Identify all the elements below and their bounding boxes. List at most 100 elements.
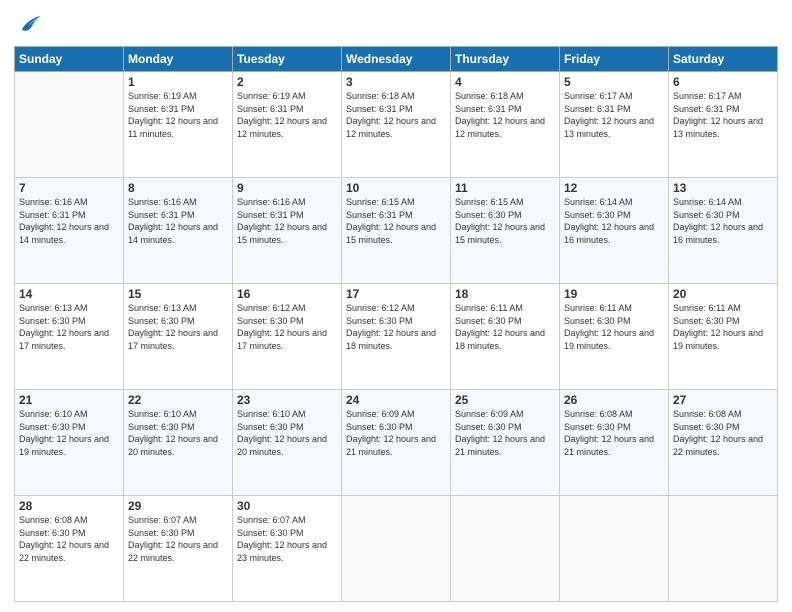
cell-info: Sunrise: 6:12 AMSunset: 6:30 PMDaylight:… [237, 302, 337, 352]
calendar-cell: 7Sunrise: 6:16 AMSunset: 6:31 PMDaylight… [15, 178, 124, 284]
calendar-cell: 23Sunrise: 6:10 AMSunset: 6:30 PMDayligh… [233, 390, 342, 496]
calendar-cell [669, 496, 778, 602]
cell-info: Sunrise: 6:17 AMSunset: 6:31 PMDaylight:… [673, 90, 773, 140]
column-header-friday: Friday [560, 47, 669, 72]
cell-info: Sunrise: 6:09 AMSunset: 6:30 PMDaylight:… [455, 408, 555, 458]
day-number: 15 [128, 287, 228, 301]
day-number: 2 [237, 75, 337, 89]
calendar-cell: 25Sunrise: 6:09 AMSunset: 6:30 PMDayligh… [451, 390, 560, 496]
day-number: 11 [455, 181, 555, 195]
logo-icon [14, 10, 42, 38]
cell-info: Sunrise: 6:19 AMSunset: 6:31 PMDaylight:… [128, 90, 228, 140]
logo [14, 10, 46, 38]
calendar-cell: 29Sunrise: 6:07 AMSunset: 6:30 PMDayligh… [124, 496, 233, 602]
calendar-cell [560, 496, 669, 602]
day-number: 3 [346, 75, 446, 89]
day-number: 8 [128, 181, 228, 195]
calendar-cell: 18Sunrise: 6:11 AMSunset: 6:30 PMDayligh… [451, 284, 560, 390]
cell-info: Sunrise: 6:08 AMSunset: 6:30 PMDaylight:… [673, 408, 773, 458]
calendar-cell: 13Sunrise: 6:14 AMSunset: 6:30 PMDayligh… [669, 178, 778, 284]
calendar-cell: 8Sunrise: 6:16 AMSunset: 6:31 PMDaylight… [124, 178, 233, 284]
calendar-cell: 6Sunrise: 6:17 AMSunset: 6:31 PMDaylight… [669, 72, 778, 178]
day-number: 9 [237, 181, 337, 195]
calendar-cell: 27Sunrise: 6:08 AMSunset: 6:30 PMDayligh… [669, 390, 778, 496]
column-header-saturday: Saturday [669, 47, 778, 72]
cell-info: Sunrise: 6:11 AMSunset: 6:30 PMDaylight:… [455, 302, 555, 352]
calendar-cell: 2Sunrise: 6:19 AMSunset: 6:31 PMDaylight… [233, 72, 342, 178]
column-header-monday: Monday [124, 47, 233, 72]
calendar-cell [451, 496, 560, 602]
calendar-week-row: 14Sunrise: 6:13 AMSunset: 6:30 PMDayligh… [15, 284, 778, 390]
cell-info: Sunrise: 6:16 AMSunset: 6:31 PMDaylight:… [237, 196, 337, 246]
calendar-cell: 1Sunrise: 6:19 AMSunset: 6:31 PMDaylight… [124, 72, 233, 178]
day-number: 7 [19, 181, 119, 195]
day-number: 13 [673, 181, 773, 195]
cell-info: Sunrise: 6:10 AMSunset: 6:30 PMDaylight:… [19, 408, 119, 458]
day-number: 30 [237, 499, 337, 513]
cell-info: Sunrise: 6:15 AMSunset: 6:30 PMDaylight:… [455, 196, 555, 246]
calendar-header-row: SundayMondayTuesdayWednesdayThursdayFrid… [15, 47, 778, 72]
calendar-cell [15, 72, 124, 178]
cell-info: Sunrise: 6:19 AMSunset: 6:31 PMDaylight:… [237, 90, 337, 140]
day-number: 28 [19, 499, 119, 513]
day-number: 5 [564, 75, 664, 89]
calendar-cell: 26Sunrise: 6:08 AMSunset: 6:30 PMDayligh… [560, 390, 669, 496]
day-number: 22 [128, 393, 228, 407]
column-header-wednesday: Wednesday [342, 47, 451, 72]
cell-info: Sunrise: 6:15 AMSunset: 6:31 PMDaylight:… [346, 196, 446, 246]
cell-info: Sunrise: 6:11 AMSunset: 6:30 PMDaylight:… [564, 302, 664, 352]
cell-info: Sunrise: 6:14 AMSunset: 6:30 PMDaylight:… [673, 196, 773, 246]
calendar-cell: 15Sunrise: 6:13 AMSunset: 6:30 PMDayligh… [124, 284, 233, 390]
day-number: 26 [564, 393, 664, 407]
calendar-cell: 12Sunrise: 6:14 AMSunset: 6:30 PMDayligh… [560, 178, 669, 284]
day-number: 27 [673, 393, 773, 407]
calendar-cell: 28Sunrise: 6:08 AMSunset: 6:30 PMDayligh… [15, 496, 124, 602]
cell-info: Sunrise: 6:16 AMSunset: 6:31 PMDaylight:… [128, 196, 228, 246]
calendar-cell: 5Sunrise: 6:17 AMSunset: 6:31 PMDaylight… [560, 72, 669, 178]
calendar-cell: 30Sunrise: 6:07 AMSunset: 6:30 PMDayligh… [233, 496, 342, 602]
cell-info: Sunrise: 6:12 AMSunset: 6:30 PMDaylight:… [346, 302, 446, 352]
cell-info: Sunrise: 6:09 AMSunset: 6:30 PMDaylight:… [346, 408, 446, 458]
cell-info: Sunrise: 6:16 AMSunset: 6:31 PMDaylight:… [19, 196, 119, 246]
calendar-cell: 14Sunrise: 6:13 AMSunset: 6:30 PMDayligh… [15, 284, 124, 390]
calendar-week-row: 28Sunrise: 6:08 AMSunset: 6:30 PMDayligh… [15, 496, 778, 602]
column-header-tuesday: Tuesday [233, 47, 342, 72]
cell-info: Sunrise: 6:08 AMSunset: 6:30 PMDaylight:… [19, 514, 119, 564]
calendar-cell: 24Sunrise: 6:09 AMSunset: 6:30 PMDayligh… [342, 390, 451, 496]
day-number: 18 [455, 287, 555, 301]
day-number: 23 [237, 393, 337, 407]
day-number: 25 [455, 393, 555, 407]
day-number: 17 [346, 287, 446, 301]
day-number: 24 [346, 393, 446, 407]
day-number: 21 [19, 393, 119, 407]
day-number: 29 [128, 499, 228, 513]
day-number: 20 [673, 287, 773, 301]
day-number: 16 [237, 287, 337, 301]
cell-info: Sunrise: 6:11 AMSunset: 6:30 PMDaylight:… [673, 302, 773, 352]
cell-info: Sunrise: 6:14 AMSunset: 6:30 PMDaylight:… [564, 196, 664, 246]
calendar-cell: 9Sunrise: 6:16 AMSunset: 6:31 PMDaylight… [233, 178, 342, 284]
column-header-sunday: Sunday [15, 47, 124, 72]
calendar-cell: 4Sunrise: 6:18 AMSunset: 6:31 PMDaylight… [451, 72, 560, 178]
cell-info: Sunrise: 6:17 AMSunset: 6:31 PMDaylight:… [564, 90, 664, 140]
cell-info: Sunrise: 6:07 AMSunset: 6:30 PMDaylight:… [128, 514, 228, 564]
cell-info: Sunrise: 6:13 AMSunset: 6:30 PMDaylight:… [19, 302, 119, 352]
calendar-week-row: 21Sunrise: 6:10 AMSunset: 6:30 PMDayligh… [15, 390, 778, 496]
cell-info: Sunrise: 6:10 AMSunset: 6:30 PMDaylight:… [128, 408, 228, 458]
cell-info: Sunrise: 6:07 AMSunset: 6:30 PMDaylight:… [237, 514, 337, 564]
calendar-cell: 20Sunrise: 6:11 AMSunset: 6:30 PMDayligh… [669, 284, 778, 390]
cell-info: Sunrise: 6:18 AMSunset: 6:31 PMDaylight:… [455, 90, 555, 140]
cell-info: Sunrise: 6:10 AMSunset: 6:30 PMDaylight:… [237, 408, 337, 458]
cell-info: Sunrise: 6:08 AMSunset: 6:30 PMDaylight:… [564, 408, 664, 458]
calendar-week-row: 7Sunrise: 6:16 AMSunset: 6:31 PMDaylight… [15, 178, 778, 284]
calendar-week-row: 1Sunrise: 6:19 AMSunset: 6:31 PMDaylight… [15, 72, 778, 178]
calendar-cell: 17Sunrise: 6:12 AMSunset: 6:30 PMDayligh… [342, 284, 451, 390]
calendar-cell: 19Sunrise: 6:11 AMSunset: 6:30 PMDayligh… [560, 284, 669, 390]
calendar-cell: 22Sunrise: 6:10 AMSunset: 6:30 PMDayligh… [124, 390, 233, 496]
day-number: 1 [128, 75, 228, 89]
cell-info: Sunrise: 6:18 AMSunset: 6:31 PMDaylight:… [346, 90, 446, 140]
calendar-cell: 16Sunrise: 6:12 AMSunset: 6:30 PMDayligh… [233, 284, 342, 390]
day-number: 19 [564, 287, 664, 301]
calendar-cell: 21Sunrise: 6:10 AMSunset: 6:30 PMDayligh… [15, 390, 124, 496]
calendar-cell: 3Sunrise: 6:18 AMSunset: 6:31 PMDaylight… [342, 72, 451, 178]
